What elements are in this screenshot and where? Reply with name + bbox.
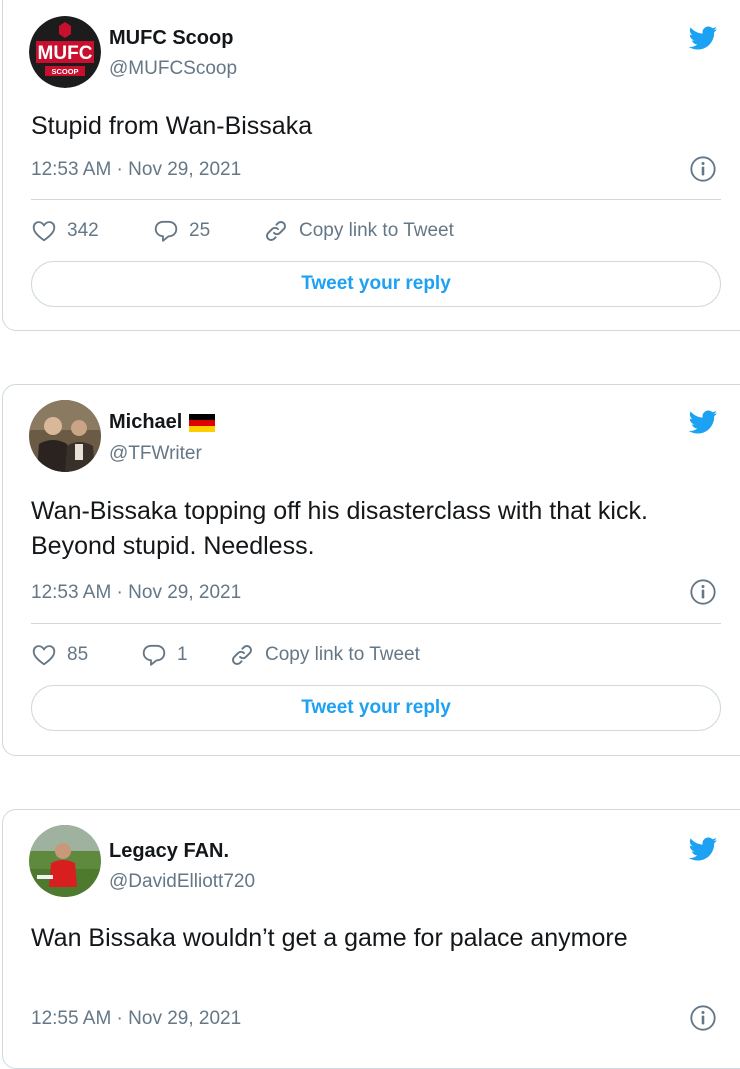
tweet-reply-button[interactable]: Tweet your reply — [31, 685, 721, 731]
avatar[interactable] — [29, 400, 101, 472]
heart-icon — [31, 642, 57, 668]
tweet-actions: 85 1 Copy link to Tweet — [31, 640, 420, 670]
author-handle[interactable]: @MUFCScoop — [109, 58, 237, 80]
tweet-text: Wan Bissaka wouldn’t get a game for pala… — [31, 924, 628, 952]
info-icon[interactable] — [689, 578, 717, 606]
reply-count-button[interactable]: 25 — [153, 218, 263, 244]
divider — [31, 199, 721, 200]
avatar-logo-text: MUFC — [38, 43, 93, 64]
info-icon[interactable] — [689, 1004, 717, 1032]
avatar[interactable] — [29, 825, 101, 897]
avatar[interactable]: MUFC SCOOP — [29, 16, 101, 88]
tweet-card: Michael @TFWriter Wan-Bissaka topping of… — [2, 384, 740, 756]
author-name[interactable]: Michael — [109, 411, 216, 434]
reply-count: 1 — [177, 644, 188, 665]
like-button[interactable]: 85 — [31, 642, 141, 668]
copy-link-button[interactable]: Copy link to Tweet — [263, 218, 454, 244]
twitter-bird-icon[interactable] — [684, 834, 721, 864]
tweet-card: Legacy FAN. @DavidElliott720 Wan Bissaka… — [2, 809, 740, 1069]
tweet-card: MUFC SCOOP MUFC Scoop @MUFCScoop Stupid … — [2, 0, 740, 331]
reply-bubble-icon — [141, 642, 167, 668]
author-handle[interactable]: @DavidElliott720 — [109, 871, 255, 893]
twitter-bird-icon[interactable] — [684, 23, 721, 53]
timestamp[interactable]: 12:55 AM · Nov 29, 2021 — [31, 1008, 241, 1030]
info-icon[interactable] — [689, 155, 717, 183]
copy-link-button[interactable]: Copy link to Tweet — [229, 642, 420, 668]
like-count: 342 — [67, 220, 99, 241]
avatar-logo-subtext: SCOOP — [51, 67, 78, 76]
like-count: 85 — [67, 644, 89, 665]
author-name[interactable]: MUFC Scoop — [109, 27, 233, 50]
divider — [31, 623, 721, 624]
tweet-text: Stupid from Wan-Bissaka — [31, 112, 313, 140]
heart-icon — [31, 218, 57, 244]
timestamp[interactable]: 12:53 AM · Nov 29, 2021 — [31, 159, 241, 181]
tweet-actions: 342 25 Copy link to Tweet — [31, 216, 454, 246]
tweet-text: Wan-Bissaka topping off his disasterclas… — [31, 497, 648, 560]
twitter-bird-icon[interactable] — [684, 407, 721, 437]
reply-count: 25 — [189, 220, 211, 241]
like-button[interactable]: 342 — [31, 218, 153, 244]
copy-link-label: Copy link to Tweet — [299, 220, 454, 241]
tweet-reply-button[interactable]: Tweet your reply — [31, 261, 721, 307]
link-icon — [263, 218, 289, 244]
author-name[interactable]: Legacy FAN. — [109, 840, 229, 863]
germany-flag-icon — [189, 413, 216, 432]
reply-bubble-icon — [153, 218, 179, 244]
author-handle[interactable]: @TFWriter — [109, 443, 202, 465]
link-icon — [229, 642, 255, 668]
reply-count-button[interactable]: 1 — [141, 642, 229, 668]
copy-link-label: Copy link to Tweet — [265, 644, 420, 665]
author-name-text: Michael — [109, 411, 183, 433]
timestamp[interactable]: 12:53 AM · Nov 29, 2021 — [31, 582, 241, 604]
